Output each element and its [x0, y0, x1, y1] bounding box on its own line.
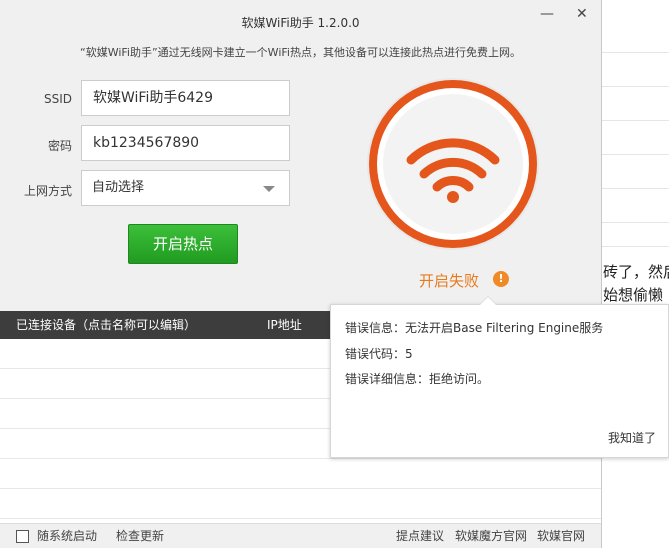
window-title: 软媒WiFi助手 1.2.0.0 — [241, 16, 360, 30]
check-update-link[interactable]: 检查更新 — [116, 524, 164, 548]
background-text: 砖了，然后 — [603, 263, 669, 281]
error-info: 错误信息：无法开启Base Filtering Engine服务 — [345, 321, 604, 335]
wifi-assistant-window: 软媒WiFi助手 1.2.0.0 — ✕ “软媒WiFi助手”通过无线网卡建立一… — [0, 0, 602, 548]
mode-select[interactable]: 自动选择 — [81, 170, 290, 206]
background-document: 砖了，然后 始想偷懒 — [600, 0, 669, 548]
error-code: 错误代码：5 — [345, 347, 413, 361]
footer-bar: 随系统启动 检查更新 提点建议 软媒魔方官网 软媒官网 — [0, 523, 601, 548]
description-text: “软媒WiFi助手”通过无线网卡建立一个WiFi热点，其他设备可以连接此热点进行… — [80, 46, 521, 59]
ssid-label: SSID — [43, 92, 72, 106]
feedback-link[interactable]: 提点建议 — [396, 524, 444, 548]
autostart-label[interactable]: 随系统启动 — [37, 524, 97, 548]
error-popup: 错误信息：无法开启Base Filtering Engine服务 错误代码：5 … — [330, 296, 669, 458]
ssid-input[interactable]: 软媒WiFi助手6429 — [81, 80, 290, 116]
minimize-button[interactable]: — — [540, 6, 554, 22]
password-input[interactable]: kb1234567890 — [81, 125, 290, 161]
background-text: 始想偷懒 — [603, 286, 664, 304]
mofang-site-link[interactable]: 软媒魔方官网 — [455, 524, 527, 548]
error-detail: 错误详细信息：拒绝访问。 — [345, 372, 490, 386]
got-it-button[interactable]: 我知道了 — [608, 429, 656, 446]
device-column-header[interactable]: 已连接设备（点击名称可以编辑） — [16, 311, 196, 339]
warning-icon[interactable]: ! — [493, 271, 509, 287]
ip-column-header: IP地址 — [267, 318, 302, 332]
ruanmei-site-link[interactable]: 软媒官网 — [537, 524, 585, 548]
status-text: 开启失败 — [419, 272, 480, 290]
mode-label: 上网方式 — [23, 184, 72, 198]
close-button[interactable]: ✕ — [576, 6, 588, 22]
password-label: 密码 — [47, 139, 72, 153]
wifi-icon[interactable] — [366, 77, 540, 251]
mode-value: 自动选择 — [92, 180, 145, 195]
start-hotspot-button[interactable]: 开启热点 — [128, 224, 238, 264]
chevron-down-icon — [263, 186, 275, 192]
autostart-checkbox[interactable] — [16, 530, 29, 543]
